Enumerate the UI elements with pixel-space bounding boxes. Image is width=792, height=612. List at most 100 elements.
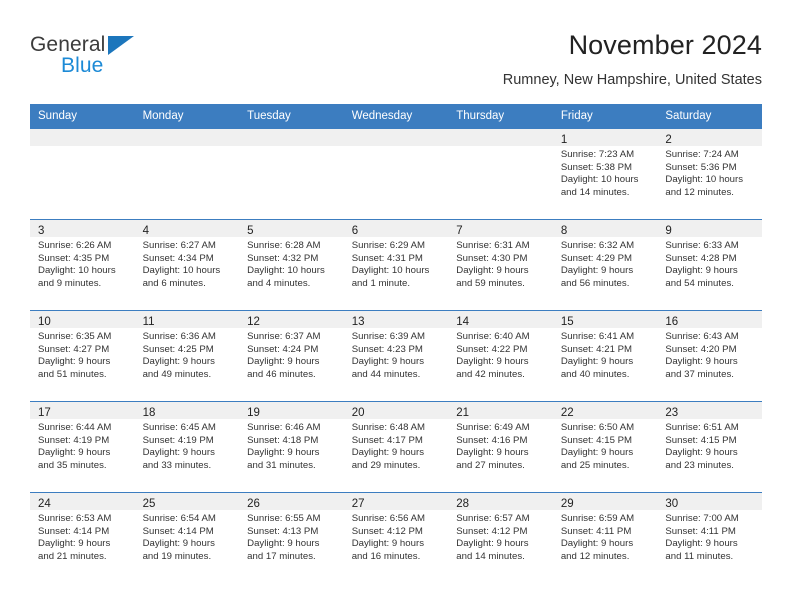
- day-number-band: [448, 129, 553, 146]
- calendar-day-cell-empty: [134, 129, 240, 220]
- daylight-text-line2: and 46 minutes.: [247, 368, 316, 380]
- daylight-text-line1: Daylight: 9 hours: [247, 447, 320, 459]
- sunset-text: Sunset: 4:24 PM: [247, 343, 319, 355]
- title-block: November 2024 Rumney, New Hampshire, Uni…: [222, 28, 762, 89]
- day-details: Sunrise: 6:44 AM Sunset: 4:19 PM Daylight:…: [30, 419, 135, 472]
- day-cell-inner: [239, 129, 344, 219]
- calendar-day-cell[interactable]: 14 Sunrise: 6:40 AM Sunset: 4:22 PM Dayligh…: [448, 310, 553, 402]
- weekday-header-saturday: Saturday: [657, 104, 762, 129]
- daylight-text-line2: and 42 minutes.: [456, 368, 525, 380]
- day-details: Sunrise: 6:33 AM Sunset: 4:28 PM Daylight:…: [657, 237, 762, 290]
- daylight-text-line2: and 40 minutes.: [560, 368, 630, 380]
- sunset-text: Sunset: 4:29 PM: [560, 252, 633, 264]
- calendar-day-cell[interactable]: 27 Sunrise: 6:56 AM Sunset: 4:12 PM Dayligh…: [343, 492, 449, 583]
- day-number: 15: [560, 316, 574, 328]
- daylight-text-line1: Daylight: 9 hours: [560, 447, 634, 459]
- calendar-day-cell[interactable]: 28 Sunrise: 6:57 AM Sunset: 4:12 PM Dayligh…: [448, 492, 553, 583]
- day-details: Sunrise: 6:28 AM Sunset: 4:32 PM Daylight:…: [239, 237, 344, 290]
- day-cell-inner: 24 Sunrise: 6:53 AM Sunset: 4:14 PM Dayligh…: [30, 493, 135, 583]
- day-cell-inner: [134, 129, 240, 219]
- sunset-text: Sunset: 4:27 PM: [38, 343, 110, 355]
- daylight-text-line1: Daylight: 10 hours: [142, 265, 221, 277]
- calendar-day-cell[interactable]: 5 Sunrise: 6:28 AM Sunset: 4:32 PM Daylight…: [239, 219, 344, 311]
- day-details: Sunrise: 6:51 AM Sunset: 4:15 PM Daylight:…: [657, 419, 762, 472]
- calendar-day-cell[interactable]: 25 Sunrise: 6:54 AM Sunset: 4:14 PM Dayligh…: [134, 492, 240, 583]
- day-details: Sunrise: 6:46 AM Sunset: 4:18 PM Daylight:…: [239, 419, 344, 472]
- calendar-day-cell[interactable]: 19 Sunrise: 6:46 AM Sunset: 4:18 PM Dayligh…: [239, 401, 344, 493]
- sunset-text: Sunset: 4:11 PM: [665, 525, 736, 537]
- calendar-day-cell[interactable]: 29 Sunrise: 6:59 AM Sunset: 4:11 PM Dayligh…: [552, 492, 658, 583]
- calendar-day-cell[interactable]: 8 Sunrise: 6:32 AM Sunset: 4:29 PM Daylight…: [552, 219, 658, 311]
- daylight-text-line1: Daylight: 10 hours: [351, 265, 430, 277]
- day-number-band: 6: [343, 220, 449, 237]
- calendar-day-cell[interactable]: 15 Sunrise: 6:41 AM Sunset: 4:21 PM Dayligh…: [552, 310, 658, 402]
- calendar-day-cell[interactable]: 23 Sunrise: 6:51 AM Sunset: 4:15 PM Dayligh…: [657, 401, 762, 493]
- sunrise-text: Sunrise: 6:56 AM: [351, 513, 426, 524]
- sunrise-text: Sunrise: 6:36 AM: [142, 331, 216, 342]
- calendar-day-cell[interactable]: 21 Sunrise: 6:49 AM Sunset: 4:16 PM Dayligh…: [448, 401, 553, 493]
- sunset-text: Sunset: 4:13 PM: [247, 525, 319, 537]
- day-number: 28: [456, 498, 470, 510]
- calendar-day-cell[interactable]: 1 Sunrise: 7:23 AM Sunset: 5:38 PM Daylight…: [552, 129, 658, 220]
- day-number: 26: [247, 498, 260, 510]
- calendar-day-cell[interactable]: 30 Sunrise: 7:00 AM Sunset: 4:11 PM Dayligh…: [657, 492, 762, 583]
- calendar-day-cell[interactable]: 26 Sunrise: 6:55 AM Sunset: 4:13 PM Dayligh…: [239, 492, 344, 583]
- calendar-day-cell[interactable]: 16 Sunrise: 6:43 AM Sunset: 4:20 PM Dayligh…: [657, 310, 762, 402]
- sunrise-text: Sunrise: 6:51 AM: [665, 422, 739, 433]
- daylight-text-line1: Daylight: 9 hours: [247, 356, 320, 368]
- day-details: Sunrise: 6:26 AM Sunset: 4:35 PM Daylight:…: [30, 237, 135, 290]
- day-cell-inner: 2 Sunrise: 7:24 AM Sunset: 5:36 PM Daylight…: [657, 129, 762, 219]
- sunrise-text: Sunrise: 6:27 AM: [142, 240, 216, 251]
- sunset-text: Sunset: 4:12 PM: [456, 525, 528, 537]
- day-number: 30: [665, 498, 679, 510]
- daylight-text-line2: and 25 minutes.: [560, 459, 630, 471]
- day-details: Sunrise: 6:48 AM Sunset: 4:17 PM Daylight:…: [344, 419, 449, 472]
- day-number-band: 2: [657, 129, 762, 146]
- calendar-day-cell[interactable]: 10 Sunrise: 6:35 AM Sunset: 4:27 PM Dayligh…: [30, 310, 135, 402]
- day-cell-inner: 7 Sunrise: 6:31 AM Sunset: 4:30 PM Daylight…: [448, 220, 553, 310]
- sunrise-text: Sunrise: 7:23 AM: [560, 149, 635, 160]
- sunrise-text: Sunrise: 7:00 AM: [665, 513, 739, 524]
- day-details: Sunrise: 6:41 AM Sunset: 4:21 PM Daylight:…: [553, 328, 658, 381]
- calendar-day-cell[interactable]: 17 Sunrise: 6:44 AM Sunset: 4:19 PM Dayligh…: [30, 401, 135, 493]
- calendar-day-cell[interactable]: 24 Sunrise: 6:53 AM Sunset: 4:14 PM Dayligh…: [30, 492, 135, 583]
- sunset-text: Sunset: 4:18 PM: [247, 434, 319, 446]
- day-cell-inner: 15 Sunrise: 6:41 AM Sunset: 4:21 PM Dayligh…: [552, 311, 658, 401]
- daylight-text-line1: Daylight: 10 hours: [665, 174, 744, 186]
- daylight-text-line1: Daylight: 9 hours: [560, 538, 634, 550]
- calendar-day-cell[interactable]: 3 Sunrise: 6:26 AM Sunset: 4:35 PM Daylight…: [30, 219, 135, 311]
- daylight-text-line1: Daylight: 10 hours: [247, 265, 325, 277]
- calendar-day-cell[interactable]: 12 Sunrise: 6:37 AM Sunset: 4:24 PM Dayligh…: [239, 310, 344, 402]
- day-cell-inner: 18 Sunrise: 6:45 AM Sunset: 4:19 PM Dayligh…: [134, 402, 240, 492]
- sunrise-text: Sunrise: 6:32 AM: [560, 240, 635, 251]
- day-details: Sunrise: 6:59 AM Sunset: 4:11 PM Daylight:…: [553, 510, 658, 563]
- calendar-week-row: 3 Sunrise: 6:26 AM Sunset: 4:35 PM Daylight…: [30, 219, 762, 311]
- day-cell-inner: 27 Sunrise: 6:56 AM Sunset: 4:12 PM Dayligh…: [343, 493, 449, 583]
- day-number-band: [134, 129, 240, 146]
- calendar-day-cell[interactable]: 18 Sunrise: 6:45 AM Sunset: 4:19 PM Dayligh…: [134, 401, 240, 493]
- day-number-band: 19: [239, 402, 344, 419]
- calendar-day-cell[interactable]: 20 Sunrise: 6:48 AM Sunset: 4:17 PM Dayligh…: [343, 401, 449, 493]
- day-number: 8: [560, 225, 568, 237]
- day-number-band: 4: [134, 220, 240, 237]
- calendar-day-cell[interactable]: 11 Sunrise: 6:36 AM Sunset: 4:25 PM Dayligh…: [134, 310, 240, 402]
- calendar-week-row: 1 Sunrise: 7:23 AM Sunset: 5:38 PM Daylight…: [30, 129, 762, 220]
- calendar-day-cell[interactable]: 13 Sunrise: 6:39 AM Sunset: 4:23 PM Dayligh…: [343, 310, 449, 402]
- day-cell-inner: 10 Sunrise: 6:35 AM Sunset: 4:27 PM Dayligh…: [30, 311, 135, 401]
- calendar-day-cell[interactable]: 9 Sunrise: 6:33 AM Sunset: 4:28 PM Daylight…: [657, 219, 762, 311]
- calendar-day-cell[interactable]: 4 Sunrise: 6:27 AM Sunset: 4:34 PM Daylight…: [134, 219, 240, 311]
- day-number-band: 10: [30, 311, 135, 328]
- day-details: Sunrise: 6:37 AM Sunset: 4:24 PM Daylight:…: [239, 328, 344, 381]
- general-blue-logo[interactable]: General Blue: [30, 34, 230, 90]
- calendar-day-cell[interactable]: 6 Sunrise: 6:29 AM Sunset: 4:31 PM Daylight…: [343, 219, 449, 311]
- day-number-band: 14: [448, 311, 553, 328]
- day-cell-inner: 1 Sunrise: 7:23 AM Sunset: 5:38 PM Daylight…: [552, 129, 658, 219]
- calendar-day-cell[interactable]: 22 Sunrise: 6:50 AM Sunset: 4:15 PM Dayligh…: [552, 401, 658, 493]
- sunset-text: Sunset: 4:21 PM: [560, 343, 633, 355]
- day-details: Sunrise: 6:49 AM Sunset: 4:16 PM Daylight:…: [448, 419, 553, 472]
- sunrise-text: Sunrise: 6:31 AM: [456, 240, 530, 251]
- daylight-text-line1: Daylight: 9 hours: [456, 356, 529, 368]
- calendar-day-cell[interactable]: 7 Sunrise: 6:31 AM Sunset: 4:30 PM Daylight…: [448, 219, 553, 311]
- day-details: Sunrise: 6:50 AM Sunset: 4:15 PM Daylight:…: [553, 419, 658, 472]
- calendar-day-cell[interactable]: 2 Sunrise: 7:24 AM Sunset: 5:36 PM Daylight…: [657, 129, 762, 220]
